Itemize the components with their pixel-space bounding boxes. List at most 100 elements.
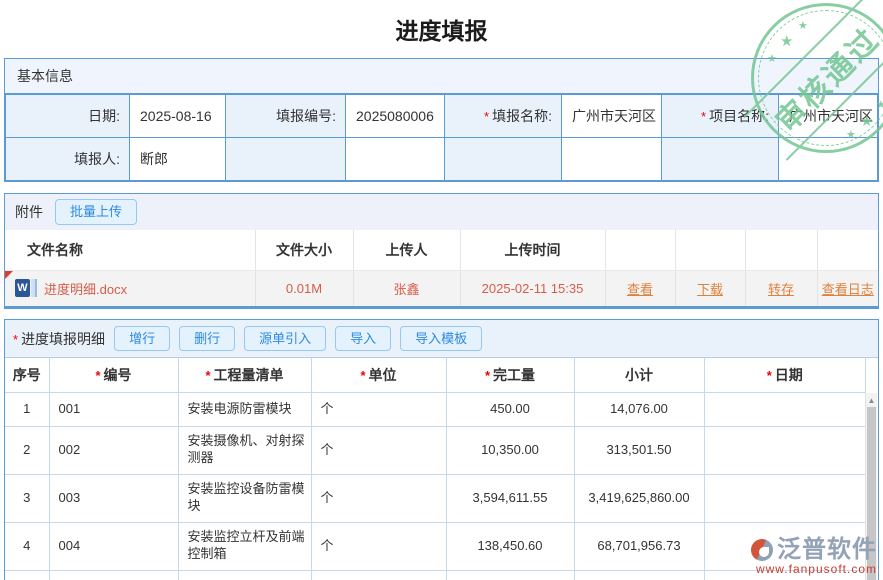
col-file-name: 文件名称 <box>5 230 255 270</box>
subtotal-cell: 14,076.00 <box>574 392 704 426</box>
required-asterisk: * <box>360 368 365 383</box>
table-row: 1 001 安装电源防雷模块 个 450.00 14,076.00 <box>5 392 866 426</box>
col-code: *编号 <box>49 358 178 392</box>
subtotal-cell: 3,419,625,860.00 <box>574 474 704 522</box>
import-button[interactable]: 导入 <box>335 326 391 352</box>
empty-value-cell <box>346 138 445 181</box>
report-name-label: *填报名称: <box>445 95 562 138</box>
corner-flag-icon <box>5 271 13 279</box>
word-doc-icon: W <box>15 279 37 297</box>
col-action <box>605 230 675 270</box>
seq-cell: 4 <box>5 522 49 570</box>
basic-info-table: 日期: 2025-08-16 填报编号: 2025080006 *填报名称: 广… <box>5 94 878 181</box>
required-asterisk: * <box>767 368 772 383</box>
code-cell[interactable]: 001 <box>49 392 178 426</box>
col-action <box>745 230 817 270</box>
fanpu-brand: 泛普软件 <box>777 538 877 562</box>
seq-cell: 3 <box>5 474 49 522</box>
unit-cell[interactable]: 个 <box>311 522 446 570</box>
attachment-panel: 附件 批量上传 文件名称 文件大小 上传人 上传时间 W 进 <box>4 193 879 309</box>
required-asterisk: * <box>485 368 490 383</box>
unit-cell[interactable]: 个 <box>311 474 446 522</box>
report-no-field[interactable]: 2025080006 <box>346 95 445 138</box>
col-seq: 序号 <box>5 358 49 392</box>
file-name-cell[interactable]: W 进度明细.docx <box>5 270 255 306</box>
file-uploader: 张鑫 <box>353 270 460 306</box>
table-row: 2 002 安装摄像机、对射探测器 个 10,350.00 313,501.50 <box>5 426 866 474</box>
col-file-size: 文件大小 <box>255 230 353 270</box>
empty-label-cell <box>445 138 562 181</box>
reporter-field[interactable]: 断郎 <box>130 138 226 181</box>
progress-detail-panel: *进度填报明细 增行 删行 源单引入 导入 导入模板 序号 *编号 *工程量清单… <box>4 319 879 580</box>
empty-label-cell <box>226 138 346 181</box>
page-title: 进度填报 <box>0 0 883 58</box>
completed-cell[interactable]: 3,594,611.55 <box>446 474 574 522</box>
col-boq: *工程量清单 <box>178 358 311 392</box>
boq-cell[interactable]: 安装摄像机、对射探测器 <box>178 426 311 474</box>
code-cell[interactable]: 002 <box>49 426 178 474</box>
attachment-section-title: 附件 <box>15 202 43 222</box>
seq-cell: 1 <box>5 392 49 426</box>
add-row-button[interactable]: 增行 <box>114 326 170 352</box>
col-completed: *完工量 <box>446 358 574 392</box>
required-asterisk: * <box>484 109 489 124</box>
empty-value-cell <box>779 138 878 181</box>
report-name-field[interactable]: 广州市天河区 <box>562 95 662 138</box>
project-name-field[interactable]: 广州市天河区 <box>779 95 878 138</box>
batch-upload-button[interactable]: 批量上传 <box>55 199 137 225</box>
unit-cell[interactable]: 个 <box>311 392 446 426</box>
fanpu-logo: 泛普软件 www.fanpusoft.com <box>751 538 877 575</box>
boq-cell[interactable]: 安装监控设备防雷模块 <box>178 474 311 522</box>
fanpu-url: www.fanpusoft.com <box>751 563 877 575</box>
col-upload-time: 上传时间 <box>460 230 605 270</box>
required-asterisk: * <box>701 109 706 124</box>
delete-row-button[interactable]: 删行 <box>179 326 235 352</box>
subtotal-cell: 313,501.50 <box>574 426 704 474</box>
table-row: 3 003 安装监控设备防雷模块 个 3,594,611.55 3,419,62… <box>5 474 866 522</box>
unit-cell[interactable]: 个 <box>311 426 446 474</box>
project-name-label: *项目名称: <box>662 95 779 138</box>
view-link[interactable]: 查看 <box>627 282 653 297</box>
date-field[interactable]: 2025-08-16 <box>130 95 226 138</box>
col-action <box>817 230 878 270</box>
download-link[interactable]: 下载 <box>697 282 723 297</box>
date-cell[interactable] <box>704 474 866 522</box>
fanpu-logo-icon <box>751 539 773 561</box>
reporter-label: 填报人: <box>6 138 130 181</box>
completed-cell[interactable]: 10,350.00 <box>446 426 574 474</box>
seq-cell: 2 <box>5 426 49 474</box>
empty-label-cell <box>662 138 779 181</box>
date-cell[interactable] <box>704 426 866 474</box>
completed-cell[interactable]: 138,450.60 <box>446 522 574 570</box>
required-asterisk: * <box>205 368 210 383</box>
code-cell[interactable]: 004 <box>49 522 178 570</box>
required-asterisk: * <box>95 368 100 383</box>
file-name: 进度明细.docx <box>44 279 127 298</box>
col-subtotal: 小计 <box>574 358 704 392</box>
scrollbar-up-arrow-icon[interactable]: ▲ <box>866 393 877 407</box>
date-label: 日期: <box>6 95 130 138</box>
completed-cell[interactable]: 450.00 <box>446 392 574 426</box>
detail-table: 序号 *编号 *工程量清单 *单位 *完工量 小计 *日期 1 001 安装电源… <box>5 358 866 580</box>
attachment-table: 文件名称 文件大小 上传人 上传时间 W 进度明细.docx 0.01M 张鑫 … <box>5 230 878 306</box>
basic-info-section-title: 基本信息 <box>5 59 878 94</box>
col-unit: *单位 <box>311 358 446 392</box>
file-upload-time: 2025-02-11 15:35 <box>460 270 605 306</box>
required-asterisk: * <box>13 332 18 347</box>
import-template-button[interactable]: 导入模板 <box>400 326 482 352</box>
view-log-link[interactable]: 查看日志 <box>822 282 874 297</box>
file-size: 0.01M <box>255 270 353 306</box>
detail-section-title: *进度填报明细 <box>13 329 105 349</box>
col-uploader: 上传人 <box>353 230 460 270</box>
report-no-label: 填报编号: <box>226 95 346 138</box>
boq-cell[interactable]: 安装监控立杆及前端控制箱 <box>178 522 311 570</box>
table-row: 4 004 安装监控立杆及前端控制箱 个 138,450.60 68,701,9… <box>5 522 866 570</box>
col-action <box>675 230 745 270</box>
transfer-link[interactable]: 转存 <box>768 282 794 297</box>
code-cell[interactable]: 003 <box>49 474 178 522</box>
boq-cell[interactable]: 安装电源防雷模块 <box>178 392 311 426</box>
date-cell[interactable] <box>704 392 866 426</box>
source-import-button[interactable]: 源单引入 <box>244 326 326 352</box>
table-row-partial <box>5 570 866 580</box>
subtotal-cell: 68,701,956.73 <box>574 522 704 570</box>
